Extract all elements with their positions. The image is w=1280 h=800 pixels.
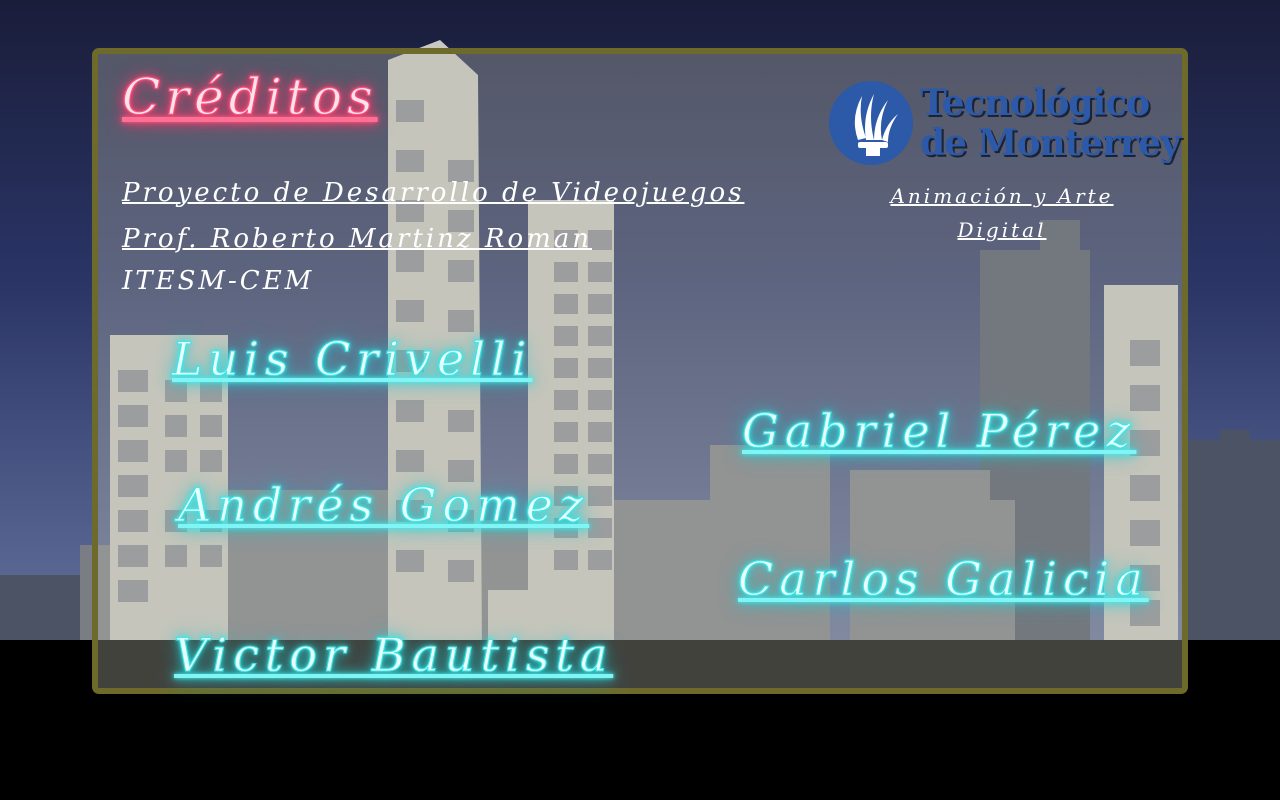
torch-emblem-icon — [829, 81, 913, 165]
department-line-1: Animación y Arte — [890, 184, 1114, 208]
professor-line: Prof. Roberto Martinz Roman — [122, 224, 593, 254]
team-member-name: Luis Crivelli — [171, 332, 533, 387]
team-member-name: Andrés Gomez — [177, 478, 590, 533]
tec-de-monterrey-logo: Tecnológico de Monterrey — [828, 78, 1181, 168]
campus-line: ITESM-CEM — [122, 266, 315, 296]
department-line-2: Digital — [957, 218, 1047, 242]
logo-line-2: de Monterrey — [920, 122, 1181, 164]
team-member-name: Carlos Galicia — [738, 552, 1149, 607]
team-member-name: Victor Bautista — [173, 628, 614, 683]
credits-title: Créditos — [122, 68, 378, 127]
course-line: Proyecto de Desarrollo de Videojuegos — [122, 178, 745, 208]
logo-line-1: Tecnológico — [920, 82, 1150, 124]
team-member-name: Gabriel Pérez — [741, 404, 1137, 459]
